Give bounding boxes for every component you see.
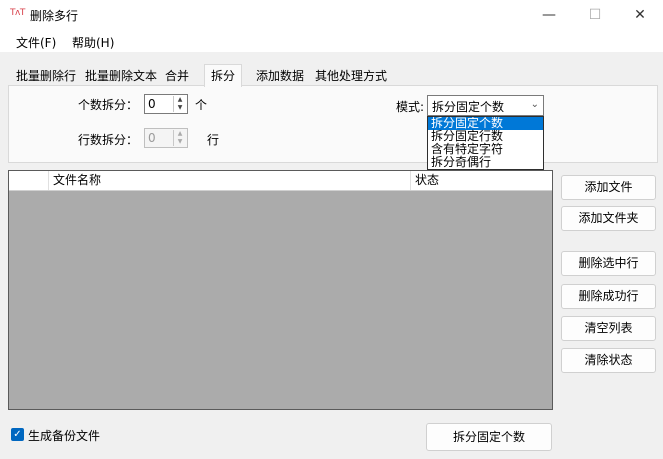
spinner-arrows: ▲ ▼ bbox=[173, 130, 186, 146]
tab-other-methods[interactable]: 其他处理方式 bbox=[313, 67, 389, 86]
tab-batch-delete-rows[interactable]: 批量删除行 bbox=[14, 67, 78, 86]
column-header-status[interactable]: 状态 bbox=[411, 171, 552, 190]
mode-select-value[interactable]: 拆分固定个数 bbox=[432, 98, 504, 115]
grid-header: 文件名称 状态 bbox=[9, 171, 552, 191]
arrow-down-icon: ▼ bbox=[177, 138, 183, 145]
add-folder-button[interactable]: 添加文件夹 bbox=[561, 206, 656, 231]
delete-success-rows-button[interactable]: 删除成功行 bbox=[561, 284, 656, 309]
add-file-button[interactable]: 添加文件 bbox=[561, 175, 656, 200]
menu-bar: 文件(F) 帮助(H) bbox=[0, 30, 663, 52]
rows-split-value: 0 bbox=[148, 131, 156, 145]
mode-option[interactable]: 拆分奇偶行 bbox=[428, 156, 543, 169]
close-button[interactable]: ✕ bbox=[617, 0, 663, 30]
menu-file[interactable]: 文件(F) bbox=[16, 34, 56, 51]
file-list-grid[interactable]: 文件名称 状态 bbox=[8, 170, 553, 410]
arrow-down-icon[interactable]: ▼ bbox=[174, 104, 186, 112]
count-split-spinner[interactable]: 0 ▲ ▼ bbox=[144, 94, 188, 114]
mode-label: 模式: bbox=[396, 100, 425, 114]
backup-checkbox-label[interactable]: 生成备份文件 bbox=[28, 427, 100, 444]
maximize-button[interactable]: ☐ bbox=[572, 0, 618, 30]
spinner-arrows[interactable]: ▲ ▼ bbox=[173, 96, 186, 112]
tab-strip: 批量删除行 批量删除文本 合并 拆分 添加数据 其他处理方式 bbox=[8, 64, 408, 87]
minimize-button[interactable]: — bbox=[526, 0, 572, 30]
rows-split-unit: 行 bbox=[207, 133, 220, 147]
clear-list-button[interactable]: 清空列表 bbox=[561, 316, 656, 341]
backup-checkbox[interactable]: ✓ bbox=[11, 428, 24, 441]
arrow-up-icon: ▲ bbox=[177, 130, 183, 137]
arrow-up-icon[interactable]: ▲ bbox=[174, 96, 186, 104]
tab-add-data[interactable]: 添加数据 bbox=[254, 67, 306, 86]
count-split-value[interactable]: 0 bbox=[148, 97, 156, 111]
window-title: 删除多行 bbox=[30, 9, 79, 23]
run-split-button[interactable]: 拆分固定个数 bbox=[426, 423, 552, 451]
app-icon: TʌT bbox=[10, 8, 25, 18]
tab-split[interactable]: 拆分 bbox=[204, 64, 243, 87]
tab-batch-delete-text[interactable]: 批量删除文本 bbox=[83, 67, 159, 86]
menu-help[interactable]: 帮助(H) bbox=[72, 34, 114, 51]
tab-merge[interactable]: 合并 bbox=[163, 67, 191, 86]
rows-split-label: 行数拆分： bbox=[78, 133, 139, 147]
clear-status-button[interactable]: 清除状态 bbox=[561, 348, 656, 373]
mode-select[interactable]: 拆分固定个数 ⌄ bbox=[427, 95, 544, 116]
count-split-unit: 个 bbox=[195, 98, 208, 112]
count-split-label: 个数拆分： bbox=[78, 98, 139, 112]
column-header-index[interactable] bbox=[9, 171, 49, 190]
title-bar: TʌT 删除多行 — ☐ ✕ bbox=[0, 0, 663, 30]
rows-split-spinner: 0 ▲ ▼ bbox=[144, 128, 188, 148]
chevron-down-icon[interactable]: ⌄ bbox=[531, 99, 539, 110]
delete-selected-rows-button[interactable]: 删除选中行 bbox=[561, 251, 656, 276]
column-header-filename[interactable]: 文件名称 bbox=[49, 171, 411, 190]
mode-dropdown-list[interactable]: 拆分固定个数 拆分固定行数 含有特定字符 拆分奇偶行 bbox=[427, 116, 544, 170]
